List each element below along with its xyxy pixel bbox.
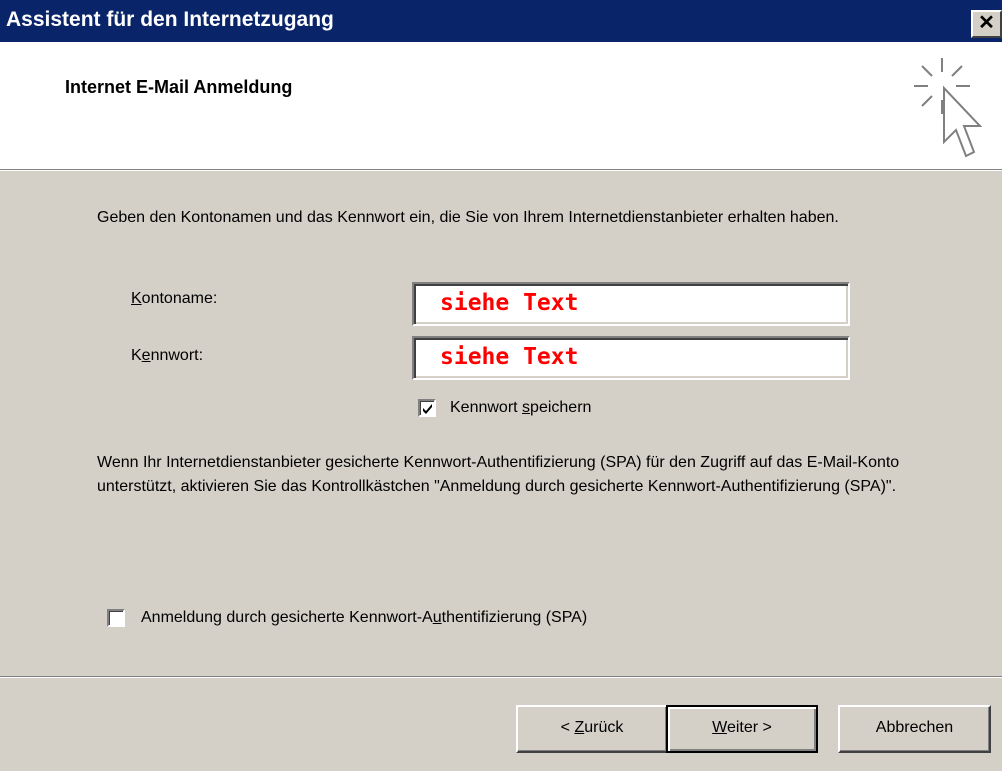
header-separator: [0, 169, 1002, 171]
account-name-value: siehe Text: [440, 290, 579, 316]
spa-explanation-text: Wenn Ihr Internetdienstanbieter gesicher…: [97, 454, 900, 495]
password-label: Kennwort:: [131, 347, 204, 364]
account-name-label: Kontoname:: [131, 290, 218, 307]
wizard-cursor-sparkle-icon: [914, 58, 983, 158]
account-name-input[interactable]: siehe Text: [412, 282, 850, 326]
password-input[interactable]: siehe Text: [412, 336, 850, 380]
close-button[interactable]: ✕: [971, 10, 1002, 38]
next-button[interactable]: Weiter >: [666, 705, 818, 753]
cancel-button[interactable]: Abbrechen: [838, 705, 991, 753]
intro-text: Geben den Kontonamen und das Kennwort ei…: [97, 209, 839, 226]
save-password-checkbox[interactable]: [418, 399, 436, 417]
page-title: Internet E-Mail Anmeldung: [65, 77, 293, 97]
checkmark-icon: [423, 404, 432, 414]
footer-separator: [0, 676, 1002, 678]
title-bar[interactable]: Assistent für den Internetzugang ✕: [0, 0, 1002, 42]
spa-checkbox[interactable]: [107, 609, 125, 627]
close-icon: ✕: [978, 12, 995, 34]
save-password-label[interactable]: Kennwort speichern: [450, 398, 591, 418]
back-button[interactable]: < Zurück: [516, 705, 668, 753]
password-value: siehe Text: [440, 344, 579, 370]
wizard-header: Internet E-Mail Anmeldung: [0, 42, 1002, 169]
spa-checkbox-label[interactable]: Anmeldung durch gesicherte Kennwort-Auth…: [141, 608, 587, 628]
window-title: Assistent für den Internetzugang: [6, 8, 334, 31]
